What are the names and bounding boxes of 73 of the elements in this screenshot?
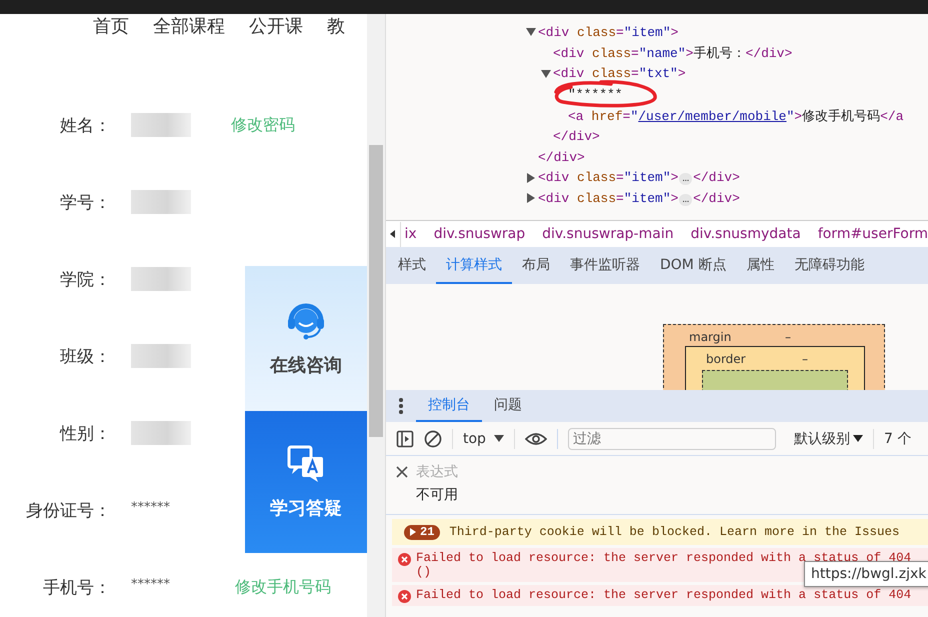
context-dropdown[interactable]: top bbox=[463, 430, 504, 446]
headset-icon bbox=[285, 300, 327, 340]
scrollbar-thumb[interactable] bbox=[369, 145, 383, 437]
tab[interactable]: DOM 断点 bbox=[650, 247, 736, 284]
field-label: 身份证号： bbox=[25, 500, 111, 522]
code-line: </div> bbox=[538, 150, 585, 165]
expand-arrow-icon[interactable] bbox=[527, 172, 535, 183]
field-label: 班级： bbox=[59, 346, 111, 368]
code-line: <a href="/user/member/mobile">修改手机号码</a bbox=[568, 108, 904, 125]
code-line: "****** bbox=[568, 87, 623, 102]
filter-field[interactable]: 过滤 bbox=[568, 428, 776, 450]
ellipsis-button[interactable]: … bbox=[679, 173, 692, 186]
message-detail: () bbox=[416, 565, 432, 579]
log-level-dropdown[interactable]: 默认级别 bbox=[794, 430, 863, 448]
nav-link[interactable]: 公开课 bbox=[249, 15, 303, 39]
code-line: <div class="item"> bbox=[538, 24, 678, 40]
sidebar-toggle-icon[interactable] bbox=[396, 430, 414, 448]
box-label: border bbox=[705, 352, 747, 366]
tab[interactable]: 布局 bbox=[512, 247, 560, 284]
field-value: ****** bbox=[131, 576, 171, 592]
eye-icon[interactable] bbox=[524, 432, 547, 446]
code-line: </div> bbox=[553, 128, 600, 144]
message-count-badge[interactable]: 21 bbox=[404, 524, 440, 540]
tab[interactable]: 样式 bbox=[388, 247, 436, 284]
breadcrumb-item[interactable]: div.snusmydata bbox=[690, 226, 801, 242]
question-answer-icon bbox=[286, 444, 326, 484]
blurred-value bbox=[131, 421, 191, 445]
expand-arrow-icon[interactable] bbox=[527, 193, 535, 204]
breadcrumb-item[interactable]: form#userForm bbox=[818, 226, 928, 242]
nav-link[interactable]: 全部课程 bbox=[153, 15, 225, 39]
link[interactable]: /user/member/mobile bbox=[638, 108, 786, 124]
url-tooltip: https://bwgl.zjxk bbox=[804, 561, 928, 587]
field-label: 学号： bbox=[59, 192, 111, 214]
nav-link[interactable]: 首页 bbox=[93, 15, 129, 39]
code-line: <div class="item"> … </div> bbox=[538, 170, 740, 186]
error-icon bbox=[398, 553, 411, 566]
tab[interactable]: 无障碍功能 bbox=[784, 247, 874, 284]
code-line: <div class="txt"> bbox=[553, 66, 686, 82]
blurred-value bbox=[131, 267, 191, 291]
service-button[interactable]: 学习答疑 bbox=[245, 411, 367, 553]
box-value: – bbox=[802, 352, 808, 366]
field-label: 手机号： bbox=[42, 576, 111, 598]
tab[interactable]: 事件监听器 bbox=[560, 247, 650, 284]
issue-count: 7 个 bbox=[884, 430, 912, 448]
nav-link[interactable]: 教 bbox=[327, 15, 345, 39]
expand-arrow-icon[interactable] bbox=[541, 70, 551, 78]
expression-result: 不可用 bbox=[416, 486, 459, 504]
box-value: – bbox=[785, 330, 791, 344]
blurred-value bbox=[131, 190, 191, 214]
tab[interactable]: 属性 bbox=[736, 247, 784, 284]
tab[interactable]: 问题 bbox=[482, 390, 534, 422]
blurred-value bbox=[131, 113, 191, 137]
field-label: 姓名： bbox=[59, 114, 111, 136]
blurred-value bbox=[131, 344, 191, 368]
field-label: 学院： bbox=[59, 268, 111, 290]
breadcrumb-item[interactable]: div.snuswrap bbox=[434, 226, 526, 242]
clear-console-icon[interactable] bbox=[424, 430, 442, 448]
breadcrumb-item[interactable]: ix bbox=[404, 226, 417, 242]
field-label: 性别： bbox=[58, 422, 111, 444]
message-text: Failed to load resource: the server responded with a status of 404 bbox=[416, 588, 912, 602]
breadcrumb-item[interactable]: div.snuswrap-main bbox=[542, 226, 674, 242]
service-button[interactable]: 在线咨询 bbox=[245, 266, 367, 411]
field-value: ****** bbox=[131, 500, 171, 514]
message-text: Third-party cookie will be blocked. Learn more in the Issues bbox=[449, 525, 900, 539]
code-line: <div class="item"> … </div> bbox=[538, 191, 740, 206]
expression-field[interactable]: 表达式 bbox=[416, 464, 536, 480]
close-icon[interactable] bbox=[396, 466, 408, 478]
code-line: <div class="name">手机号：</div> bbox=[553, 45, 792, 62]
error-icon bbox=[398, 590, 411, 603]
tab[interactable]: 计算样式 bbox=[436, 247, 512, 284]
expand-arrow-icon[interactable] bbox=[526, 28, 536, 36]
ellipsis-button[interactable]: … bbox=[679, 194, 692, 206]
box-label: margin bbox=[688, 330, 732, 344]
